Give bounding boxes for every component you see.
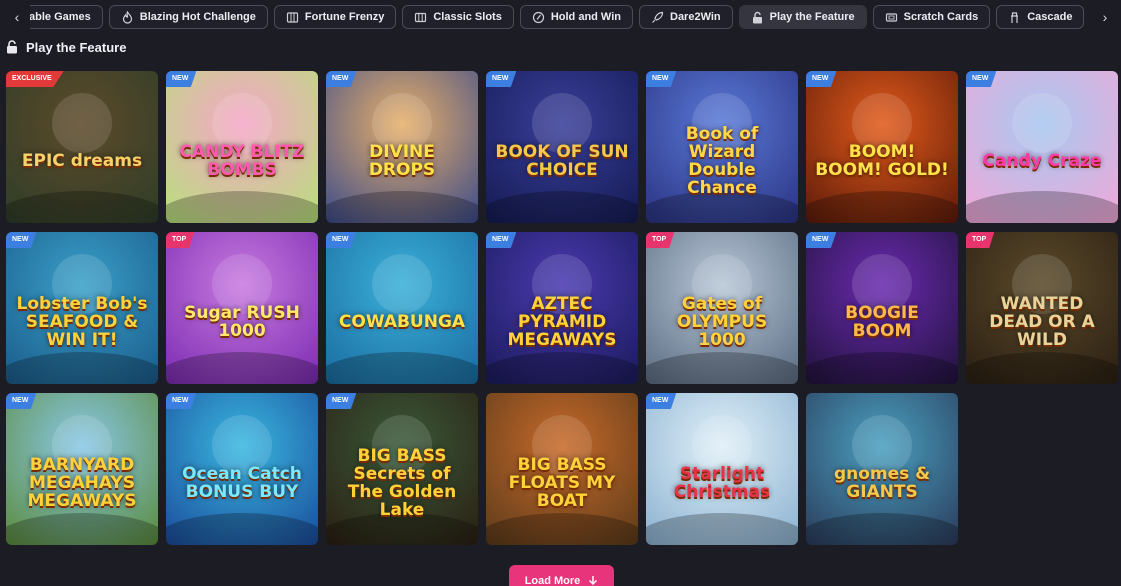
category-chip-label: Cascade <box>1027 11 1073 23</box>
category-chip-label: Blazing Hot Challenge <box>139 11 256 23</box>
game-tile[interactable]: Candy Craze NEW <box>966 71 1118 223</box>
rocket-icon <box>651 11 664 24</box>
game-title: gnomes & GIANTS <box>833 464 931 502</box>
category-chip-label: Dare2Win <box>670 11 721 23</box>
game-tile[interactable]: Ocean Catch BONUS BUY NEW <box>166 393 318 545</box>
game-title: COWABUNGA <box>338 312 466 333</box>
category-chip-label: Play the Feature <box>769 11 855 23</box>
category-bar: ‹ able Games Blazing Hot Challenge Fortune… <box>0 4 1121 30</box>
category-chip-label: Hold and Win <box>550 11 621 23</box>
tower-icon <box>1008 11 1021 24</box>
game-title: BIG BASS Secrets of The Golden Lake <box>347 446 457 520</box>
category-chip-hold-and-win[interactable]: Hold and Win <box>519 5 633 29</box>
section-title: Play the Feature <box>26 39 127 55</box>
category-chip-play-the-feature[interactable]: Play the Feature <box>738 5 867 29</box>
category-chip-scratch-cards[interactable]: Scratch Cards <box>872 5 991 29</box>
game-title: EPIC dreams <box>21 151 143 172</box>
game-tile[interactable]: BOOM! BOOM! GOLD! NEW <box>806 71 958 223</box>
category-chip-label: Fortune Frenzy <box>304 11 385 23</box>
game-title: BIG BASS FLOATS MY BOAT <box>508 455 616 511</box>
flame-icon <box>121 10 134 24</box>
game-artwork <box>966 71 1118 223</box>
category-chip-able-games[interactable]: able Games <box>30 5 103 29</box>
slot-machine-icon <box>286 11 299 24</box>
arrow-down-icon <box>588 575 598 586</box>
load-more-label: Load More <box>524 575 581 586</box>
scroll-right-button[interactable]: › <box>1096 4 1114 30</box>
game-title: Book of Wizard Double Chance <box>685 124 759 198</box>
game-tile[interactable]: DIVINE DROPS NEW <box>326 71 478 223</box>
category-chip-list: able Games Blazing Hot Challenge Fortune F… <box>30 4 1090 30</box>
game-title: Candy Craze <box>982 151 1102 172</box>
coin-icon <box>532 11 545 24</box>
game-title: CANDY BLITZ BOMBS <box>179 142 305 180</box>
category-chip-classic-slots[interactable]: Classic Slots <box>402 5 514 29</box>
lock-icon <box>751 11 764 24</box>
game-grid: EPIC dreams EXCLUSIVE CANDY BLITZ BOMBS NEW… <box>6 71 1118 545</box>
game-tile[interactable]: BOOGIE BOOM NEW <box>806 232 958 384</box>
game-title: Lobster Bob's SEAFOOD & WIN IT! <box>16 294 148 350</box>
game-title: BOOGIE BOOM <box>845 303 919 341</box>
game-tile[interactable]: Gates of OLYMPUS 1000 TOP <box>646 232 798 384</box>
game-tile[interactable]: Book of Wizard Double Chance NEW <box>646 71 798 223</box>
game-title: Gates of OLYMPUS 1000 <box>676 294 768 350</box>
game-tile[interactable]: AZTEC PYRAMID MEGAWAYS NEW <box>486 232 638 384</box>
game-tile[interactable]: Sugar RUSH 1000 TOP <box>166 232 318 384</box>
section-heading: Play the Feature <box>6 38 126 56</box>
game-artwork <box>6 71 158 223</box>
game-tile[interactable]: Lobster Bob's SEAFOOD & WIN IT! NEW <box>6 232 158 384</box>
game-tile[interactable]: WANTED DEAD OR A WILD TOP <box>966 232 1118 384</box>
game-title: AZTEC PYRAMID MEGAWAYS <box>507 294 617 350</box>
game-tile[interactable]: BOOK OF SUN CHOICE NEW <box>486 71 638 223</box>
game-title: DIVINE DROPS <box>368 142 436 180</box>
category-chip-blazing-hot-challenge[interactable]: Blazing Hot Challenge <box>108 5 268 29</box>
game-tile[interactable]: EPIC dreams EXCLUSIVE <box>6 71 158 223</box>
game-tile[interactable]: CANDY BLITZ BOMBS NEW <box>166 71 318 223</box>
chevron-left-icon: ‹ <box>14 9 20 25</box>
game-tile[interactable]: BARNYARD MEGAHAYS MEGAWAYS NEW <box>6 393 158 545</box>
category-chip-label: Classic Slots <box>433 11 502 23</box>
game-title: Starlight Christmas <box>673 464 771 502</box>
game-title: WANTED DEAD OR A WILD <box>989 294 1095 350</box>
game-title: BARNYARD MEGAHAYS MEGAWAYS <box>27 455 137 511</box>
game-tile[interactable]: COWABUNGA NEW <box>326 232 478 384</box>
game-title: BOOM! BOOM! GOLD! <box>815 142 949 180</box>
scroll-left-button[interactable]: ‹ <box>8 4 26 30</box>
category-chip-label: able Games <box>30 11 91 23</box>
chevron-right-icon: › <box>1102 9 1108 25</box>
reels-icon <box>414 11 427 24</box>
game-title: Sugar RUSH 1000 <box>184 303 300 341</box>
game-tile[interactable]: gnomes & GIANTS <box>806 393 958 545</box>
category-chip-dare2win[interactable]: Dare2Win <box>639 5 733 29</box>
game-tile[interactable]: BIG BASS FLOATS MY BOAT <box>486 393 638 545</box>
game-title: BOOK OF SUN CHOICE <box>495 142 629 180</box>
category-chip-label: Scratch Cards <box>903 11 979 23</box>
category-chip-fortune-frenzy[interactable]: Fortune Frenzy <box>273 5 397 29</box>
game-artwork <box>326 232 478 384</box>
category-chip-cascade[interactable]: Cascade <box>996 5 1085 29</box>
game-tile[interactable]: Starlight Christmas NEW <box>646 393 798 545</box>
ticket-icon <box>885 11 898 24</box>
load-more-button[interactable]: Load More <box>509 565 614 586</box>
game-title: Ocean Catch BONUS BUY <box>182 464 302 502</box>
game-tile[interactable]: BIG BASS Secrets of The Golden Lake NEW <box>326 393 478 545</box>
lock-icon <box>6 40 18 54</box>
